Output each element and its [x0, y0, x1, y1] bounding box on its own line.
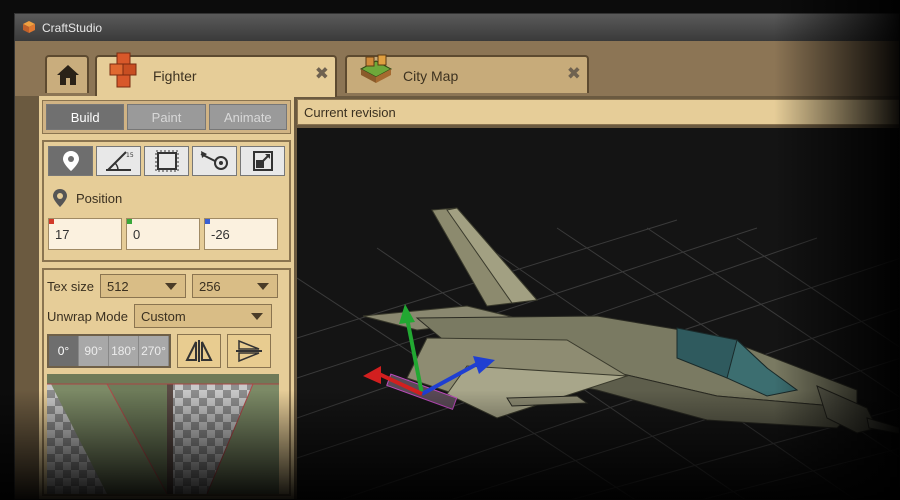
- left-panel: Build Paint Animate 15°: [39, 96, 294, 499]
- move-tool-button[interactable]: [48, 146, 93, 176]
- rotate-180-button[interactable]: 180°: [109, 336, 139, 366]
- tex-height-value: 256: [198, 279, 221, 294]
- unwrap-mode-select[interactable]: Custom: [133, 304, 272, 328]
- box-tool-button[interactable]: [144, 146, 189, 176]
- tab-fighter-close-button[interactable]: ✖: [315, 64, 329, 84]
- scale-tool-button[interactable]: [240, 146, 285, 176]
- z-axis-marker: [205, 219, 210, 224]
- position-x-value: 17: [55, 227, 70, 242]
- flip-vertical-icon: [236, 339, 262, 363]
- tab-city-map-close-button[interactable]: ✖: [567, 64, 581, 84]
- unwrap-mode-label: Unwrap Mode: [47, 308, 128, 324]
- svg-text:15°: 15°: [126, 152, 134, 159]
- flip-vertical-button[interactable]: [227, 334, 271, 368]
- model-cubes-icon: [109, 52, 137, 88]
- chevron-down-icon: [256, 283, 269, 290]
- x-axis-marker: [49, 219, 54, 224]
- rotation-row: 0° 90° 180° 270°: [47, 334, 286, 368]
- chevron-down-icon: [250, 313, 263, 320]
- scale-icon: [252, 151, 273, 171]
- position-header: Position: [48, 188, 285, 208]
- tex-width-value: 512: [106, 279, 129, 294]
- tex-width-select[interactable]: 512: [99, 274, 186, 298]
- craftstudio-cube-icon: [23, 21, 35, 33]
- tab-fighter-label: Fighter: [153, 68, 197, 84]
- viewport-scene: [297, 207, 899, 499]
- tex-size-label: Tex size: [47, 278, 94, 294]
- flip-horizontal-button[interactable]: [177, 334, 221, 368]
- mode-build-button[interactable]: Build: [46, 104, 125, 130]
- tab-city-map-label: City Map: [403, 68, 459, 84]
- position-z-value: -26: [211, 227, 230, 242]
- revision-label: Current revision: [304, 105, 396, 120]
- chevron-down-icon: [164, 283, 177, 290]
- tool-row: 15°: [48, 146, 285, 176]
- mode-paint-button[interactable]: Paint: [127, 104, 206, 130]
- box-icon: [155, 150, 178, 172]
- y-axis-marker: [127, 219, 132, 224]
- tex-height-select[interactable]: 256: [191, 274, 278, 298]
- app-window: CraftStudio Fighter ✖ City Map ✖ Build P…: [14, 13, 900, 500]
- transform-toolbox: 15°: [42, 140, 291, 262]
- rotate-tool-button[interactable]: 15°: [96, 146, 141, 176]
- position-y-value: 0: [133, 227, 141, 242]
- location-pin-icon: [53, 189, 67, 207]
- window-title: CraftStudio: [42, 21, 103, 35]
- rotation-group: 0° 90° 180° 270°: [47, 334, 171, 368]
- rotate-90-button[interactable]: 90°: [79, 336, 109, 366]
- home-icon: [57, 65, 79, 85]
- title-bar: CraftStudio: [15, 14, 899, 41]
- position-z-field[interactable]: -26: [204, 218, 278, 250]
- position-y-field[interactable]: 0: [126, 218, 200, 250]
- flip-horizontal-icon: [185, 340, 213, 362]
- move-pin-icon: [62, 151, 79, 171]
- pivot-icon: [200, 151, 228, 170]
- position-fields: 17 0 -26: [48, 218, 285, 250]
- revision-bar[interactable]: Current revision: [297, 99, 899, 125]
- map-cubes-icon: [359, 54, 393, 83]
- 3d-viewport[interactable]: [297, 128, 899, 499]
- tab-fighter[interactable]: Fighter ✖: [95, 52, 337, 97]
- unwrap-row: Unwrap Mode Custom: [47, 304, 286, 328]
- unwrap-mode-value: Custom: [140, 309, 186, 324]
- tex-size-row: Tex size 512 256: [47, 274, 286, 298]
- pivot-tool-button[interactable]: [192, 146, 237, 176]
- tab-home[interactable]: [45, 55, 89, 93]
- tab-city-map[interactable]: City Map ✖: [345, 54, 589, 93]
- texture-panel: Tex size 512 256 Unwrap Mode Custom 0° 9…: [42, 268, 291, 496]
- position-x-field[interactable]: 17: [48, 218, 122, 250]
- rotate-270-button[interactable]: 270°: [139, 336, 169, 366]
- uv-layout-image: [47, 374, 279, 494]
- rotate-0-button[interactable]: 0°: [49, 336, 79, 366]
- position-label: Position: [76, 190, 123, 206]
- mode-bar: Build Paint Animate: [42, 100, 291, 134]
- mode-animate-button[interactable]: Animate: [208, 104, 287, 130]
- tab-strip: Fighter ✖ City Map ✖: [15, 41, 899, 97]
- rotate-angle-icon: 15°: [105, 151, 134, 171]
- texture-preview[interactable]: [47, 374, 279, 494]
